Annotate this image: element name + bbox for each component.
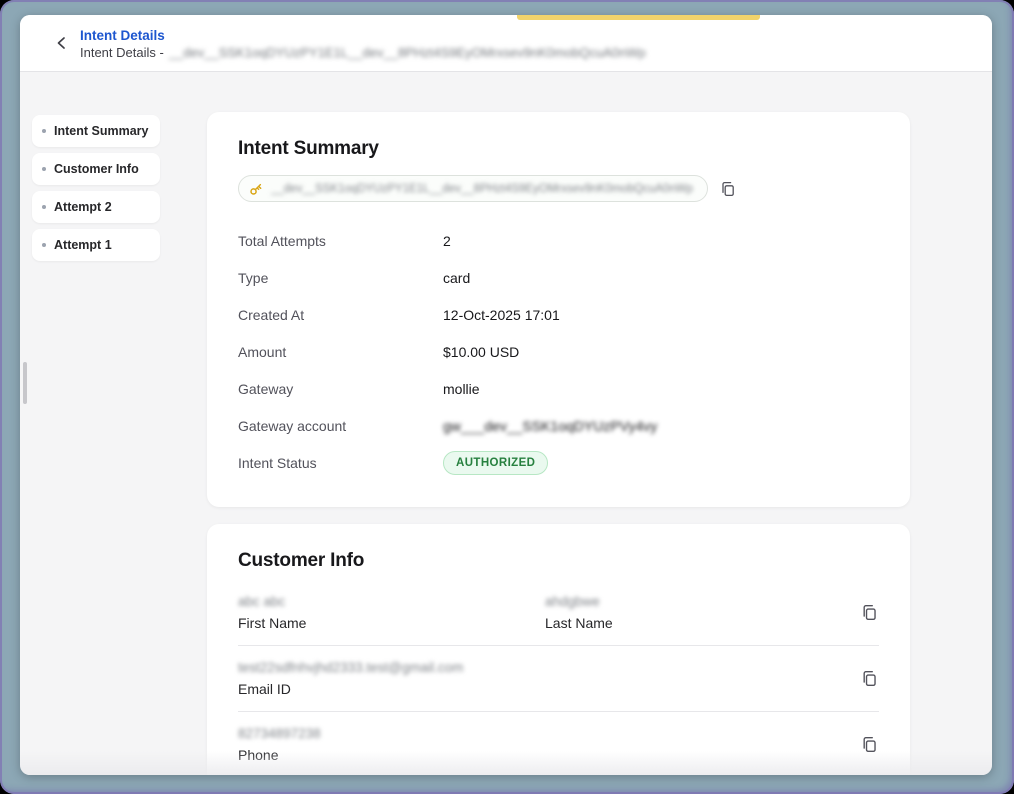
copy-phone-button[interactable] — [859, 735, 879, 755]
intent-details-link[interactable]: Intent Details — [80, 27, 646, 44]
sidebar-item-label: Attempt 2 — [54, 200, 112, 214]
last-name-field: ahdgbwe Last Name — [545, 593, 613, 632]
email-value: test22sdfnhvjhd2333.test@gmail.com — [238, 659, 463, 676]
bullet-dot-icon — [42, 243, 46, 247]
first-name-label: First Name — [238, 615, 545, 632]
section-nav-sidebar: Intent Summary Customer Info Attempt 2 A… — [32, 115, 160, 267]
copy-icon — [861, 670, 878, 687]
row-label: Total Attempts — [238, 233, 443, 249]
status-badge: AUTHORIZED — [443, 451, 548, 475]
page-subtitle: Intent Details - __dev__SSK1oqDYUzPY1E1L… — [80, 44, 646, 61]
row-value: card — [443, 270, 470, 286]
last-name-label: Last Name — [545, 615, 613, 632]
page-header: Intent Details Intent Details - __dev__S… — [20, 15, 992, 72]
intent-id-pill: __dev__SSK1oqDYUzPY1E1L__dev__8PHzt4S9Ey… — [238, 175, 708, 202]
summary-row-total-attempts: Total Attempts 2 — [238, 222, 879, 259]
row-label: Amount — [238, 344, 443, 360]
phone-label: Phone — [238, 747, 321, 764]
summary-row-created-at: Created At 12-Oct-2025 17:01 — [238, 296, 879, 333]
customer-name-row: abc abc First Name ahdgbwe Last Name — [238, 580, 879, 645]
row-label: Gateway account — [238, 418, 443, 434]
summary-rows: Total Attempts 2 Type card Created At 12… — [238, 222, 879, 481]
summary-row-amount: Amount $10.00 USD — [238, 333, 879, 370]
name-fields: abc abc First Name ahdgbwe Last Name — [238, 593, 859, 632]
phone-field: 82734897238 Phone — [238, 725, 859, 764]
customer-info-title: Customer Info — [238, 550, 879, 572]
copy-intent-id-button[interactable] — [718, 179, 738, 199]
sidebar-item-label: Intent Summary — [54, 124, 148, 138]
back-button[interactable] — [50, 31, 74, 55]
row-value: 2 — [443, 233, 451, 249]
first-name-field: abc abc First Name — [238, 593, 545, 632]
bullet-dot-icon — [42, 129, 46, 133]
subtitle-intent-id: __dev__SSK1oqDYUzPY1E1L__dev__8PHzt4S9Ey… — [169, 44, 646, 61]
sidebar-item-attempt-1[interactable]: Attempt 1 — [32, 229, 160, 261]
intent-summary-card: Intent Summary __dev__SSK1oqDYUzPY1E1L__… — [207, 112, 910, 507]
header-titles: Intent Details Intent Details - __dev__S… — [80, 25, 646, 61]
sidebar-item-label: Attempt 1 — [54, 238, 112, 252]
copy-icon — [861, 604, 878, 621]
top-notification-bar — [517, 15, 760, 20]
last-name-value: ahdgbwe — [545, 593, 613, 610]
customer-info-card: Customer Info abc abc First Name ahdgbwe… — [207, 524, 910, 775]
phone-value: 82734897238 — [238, 725, 321, 742]
summary-row-gateway: Gateway mollie — [238, 370, 879, 407]
copy-icon — [861, 736, 878, 753]
app-window: Intent Details Intent Details - __dev__S… — [20, 15, 992, 775]
summary-row-type: Type card — [238, 259, 879, 296]
key-icon — [249, 182, 263, 196]
summary-row-intent-status: Intent Status AUTHORIZED — [238, 444, 879, 481]
row-label: Intent Status — [238, 455, 443, 471]
copy-email-button[interactable] — [859, 669, 879, 689]
row-value: gw___dev__SSK1oqDYUzPVy4vy — [443, 418, 657, 434]
row-value: $10.00 USD — [443, 344, 519, 360]
subtitle-prefix: Intent Details - — [80, 44, 164, 61]
intent-id-value: __dev__SSK1oqDYUzPY1E1L__dev__8PHzt4S9Ey… — [271, 183, 693, 195]
summary-row-gateway-account: Gateway account gw___dev__SSK1oqDYUzPVy4… — [238, 407, 879, 444]
row-label: Type — [238, 270, 443, 286]
bullet-dot-icon — [42, 205, 46, 209]
sidebar-item-intent-summary[interactable]: Intent Summary — [32, 115, 160, 147]
sidebar-item-attempt-2[interactable]: Attempt 2 — [32, 191, 160, 223]
customer-phone-row: 82734897238 Phone — [238, 712, 879, 775]
email-field: test22sdfnhvjhd2333.test@gmail.com Email… — [238, 659, 859, 698]
intent-id-row: __dev__SSK1oqDYUzPY1E1L__dev__8PHzt4S9Ey… — [238, 175, 879, 202]
row-label: Created At — [238, 307, 443, 323]
customer-email-row: test22sdfnhvjhd2333.test@gmail.com Email… — [238, 646, 879, 711]
main-content: Intent Summary __dev__SSK1oqDYUzPY1E1L__… — [207, 112, 910, 775]
sidebar-item-customer-info[interactable]: Customer Info — [32, 153, 160, 185]
sidebar-drag-handle[interactable] — [23, 362, 27, 404]
intent-summary-title: Intent Summary — [238, 138, 879, 160]
row-value: mollie — [443, 381, 480, 397]
first-name-value: abc abc — [238, 593, 545, 610]
desktop-background: Intent Details Intent Details - __dev__S… — [0, 0, 1014, 794]
copy-name-button[interactable] — [859, 603, 879, 623]
bullet-dot-icon — [42, 167, 46, 171]
email-label: Email ID — [238, 681, 463, 698]
sidebar-item-label: Customer Info — [54, 162, 139, 176]
row-label: Gateway — [238, 381, 443, 397]
copy-icon — [720, 181, 736, 197]
row-value: 12-Oct-2025 17:01 — [443, 307, 560, 323]
chevron-left-icon — [54, 35, 70, 51]
